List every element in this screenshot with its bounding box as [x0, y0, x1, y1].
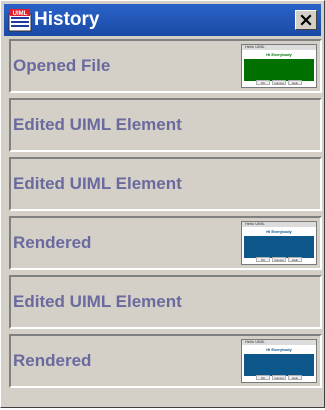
preview-window-title: Hello UIML	[245, 44, 265, 49]
preview-heading: Hi Everybody	[266, 229, 292, 234]
preview-button: Help	[288, 80, 302, 85]
preview-button: OK	[256, 80, 270, 85]
preview-button-row: OK Cancel Help	[244, 257, 314, 263]
history-item-label: Edited UIML Element	[13, 292, 182, 311]
history-item[interactable]: Edited UIML Element	[9, 275, 322, 329]
preview-title-bar: Hello UIML	[242, 340, 316, 345]
preview-button: Help	[288, 375, 302, 380]
history-list: Opened File Hello UIML Hi Everybody OK C…	[9, 39, 322, 401]
history-item-label: Edited UIML Element	[13, 115, 182, 134]
preview-button: Cancel	[272, 257, 286, 262]
preview-panel: Hi Everybody	[244, 51, 314, 81]
preview-button: OK	[256, 257, 270, 262]
history-item[interactable]: Opened File Hello UIML Hi Everybody OK C…	[9, 39, 322, 93]
preview-button: OK	[256, 375, 270, 380]
preview-button: Cancel	[272, 375, 286, 380]
preview-body	[244, 59, 314, 81]
preview-button: Cancel	[272, 80, 286, 85]
preview-window-title: Hello UIML	[245, 221, 265, 226]
preview-body	[244, 354, 314, 376]
preview-title-bar: Hello UIML	[242, 45, 316, 50]
preview-button: Help	[288, 257, 302, 262]
preview-button-row: OK Cancel Help	[244, 375, 314, 381]
preview-button-row: OK Cancel Help	[244, 80, 314, 86]
history-item-label: Edited UIML Element	[13, 174, 182, 193]
preview-heading: Hi Everybody	[266, 347, 292, 352]
history-item[interactable]: Rendered Hello UIML Hi Everybody OK Canc…	[9, 334, 322, 388]
title-bar[interactable]: UIML History	[4, 4, 321, 36]
history-item[interactable]: Edited UIML Element	[9, 157, 322, 211]
preview-body	[244, 236, 314, 258]
window-title: History	[34, 9, 100, 30]
svg-text:UIML: UIML	[13, 11, 28, 17]
history-item[interactable]: Edited UIML Element	[9, 98, 322, 152]
history-item-label: Rendered	[13, 351, 92, 370]
history-item[interactable]: Rendered Hello UIML Hi Everybody OK Canc…	[9, 216, 322, 270]
history-item-label: Opened File	[13, 56, 111, 75]
render-preview-thumbnail: Hello UIML Hi Everybody OK Cancel Help	[241, 339, 317, 383]
preview-panel: Hi Everybody	[244, 346, 314, 376]
history-window: UIML History Opened File Hello UIML Hi E…	[0, 0, 325, 408]
close-icon	[300, 14, 312, 26]
preview-heading: Hi Everybody	[266, 52, 292, 57]
close-button[interactable]	[295, 10, 317, 30]
preview-title-bar: Hello UIML	[242, 222, 316, 227]
preview-window-title: Hello UIML	[245, 339, 265, 344]
uiml-app-icon: UIML	[8, 9, 32, 32]
preview-panel: Hi Everybody	[244, 228, 314, 258]
render-preview-thumbnail: Hello UIML Hi Everybody OK Cancel Help	[241, 44, 317, 88]
history-item-label: Rendered	[13, 233, 92, 252]
render-preview-thumbnail: Hello UIML Hi Everybody OK Cancel Help	[241, 221, 317, 265]
